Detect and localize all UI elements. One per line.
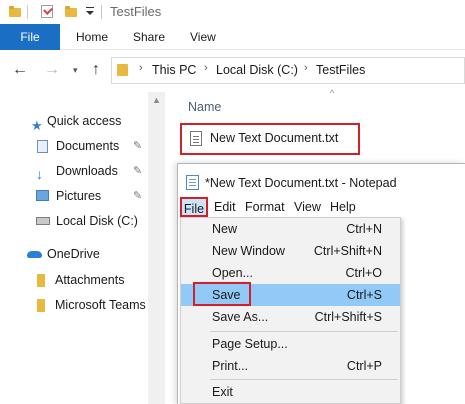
notepad-title: *New Text Document.txt - Notepad bbox=[205, 176, 397, 190]
menu-item-label: Save As... bbox=[212, 310, 269, 324]
menu-format[interactable]: Format bbox=[245, 197, 285, 217]
breadcrumb-testfiles[interactable]: TestFiles bbox=[316, 63, 365, 77]
menu-item-shortcut: Ctrl+Shift+S bbox=[314, 310, 382, 324]
nav-item-quick-access[interactable]: ★ Quick access bbox=[0, 109, 148, 134]
nav-item-local-disk[interactable]: Local Disk (C:) bbox=[0, 209, 148, 234]
nav-item-documents[interactable]: Documents ✎ bbox=[0, 134, 148, 159]
breadcrumb-local-disk[interactable]: Local Disk (C:) bbox=[216, 63, 298, 77]
menu-item-page-setup[interactable]: Page Setup... bbox=[181, 333, 400, 355]
folder-icon bbox=[117, 64, 128, 76]
tab-file[interactable]: File bbox=[0, 24, 60, 50]
menu-item-shortcut: Ctrl+Shift+N bbox=[313, 244, 382, 258]
menu-item-new[interactable]: New Ctrl+N bbox=[181, 218, 400, 240]
divider bbox=[101, 5, 102, 19]
nav-item-downloads[interactable]: ↓ Downloads ✎ bbox=[0, 159, 148, 184]
folder-icon bbox=[37, 299, 45, 312]
tab-view[interactable]: View bbox=[190, 24, 216, 50]
drive-icon bbox=[36, 217, 50, 225]
recent-locations-chevron-icon[interactable]: ▾ bbox=[73, 65, 78, 76]
pin-icon[interactable]: ✎ bbox=[133, 134, 142, 159]
menu-item-label: Print... bbox=[212, 359, 249, 373]
pictures-icon bbox=[36, 190, 49, 201]
up-arrow-icon[interactable]: ↑ bbox=[92, 61, 100, 79]
file-name[interactable]: New Text Document.txt bbox=[210, 131, 338, 145]
menu-item-label: Exit bbox=[212, 385, 233, 399]
breadcrumb-separator-icon[interactable]: › bbox=[304, 62, 308, 74]
pin-icon[interactable]: ✎ bbox=[133, 184, 142, 209]
menu-item-exit[interactable]: Exit bbox=[181, 381, 400, 403]
nav-item-pictures[interactable]: Pictures ✎ bbox=[0, 184, 148, 209]
nav-item-microsoft-teams[interactable]: Microsoft Teams bbox=[0, 293, 148, 318]
menu-item-shortcut: Ctrl+S bbox=[346, 288, 382, 302]
folder-icon bbox=[9, 6, 21, 17]
nav-item-label: Quick access bbox=[47, 114, 122, 128]
notepad-icon bbox=[186, 175, 199, 190]
new-folder-icon[interactable] bbox=[65, 6, 77, 17]
tab-share[interactable]: Share bbox=[133, 24, 165, 50]
menu-file[interactable]: File bbox=[180, 197, 208, 217]
pin-icon[interactable]: ✎ bbox=[133, 159, 142, 184]
menu-item-label: Page Setup... bbox=[212, 337, 288, 351]
menu-help[interactable]: Help bbox=[330, 197, 356, 217]
properties-icon[interactable] bbox=[41, 5, 53, 18]
sort-ascending-icon: ^ bbox=[330, 88, 335, 98]
nav-item-attachments[interactable]: Attachments bbox=[0, 268, 148, 293]
ribbon-tabs bbox=[0, 24, 465, 50]
menu-item-label: New Window bbox=[212, 244, 285, 258]
cloud-icon bbox=[27, 251, 42, 258]
menu-item-label: Open... bbox=[212, 266, 253, 280]
menu-item-new-window[interactable]: New Window Ctrl+Shift+N bbox=[181, 240, 400, 262]
divider bbox=[27, 5, 28, 19]
column-header-name[interactable]: Name bbox=[188, 100, 221, 114]
breadcrumb-this-pc[interactable]: This PC bbox=[152, 63, 196, 77]
folder-icon bbox=[37, 274, 45, 287]
menu-view[interactable]: View bbox=[294, 197, 321, 217]
save-highlight-box bbox=[193, 282, 251, 306]
menu-item-print[interactable]: Print... Ctrl+P bbox=[181, 355, 400, 377]
nav-item-label: Downloads bbox=[56, 164, 118, 178]
customize-toolbar-icon[interactable] bbox=[86, 11, 94, 15]
window-title: TestFiles bbox=[110, 4, 162, 19]
menu-edit[interactable]: Edit bbox=[214, 197, 236, 217]
nav-item-label: Pictures bbox=[56, 189, 102, 203]
nav-item-label: Microsoft Teams bbox=[55, 298, 146, 312]
menu-item-open[interactable]: Open... Ctrl+O bbox=[181, 262, 400, 284]
breadcrumb-separator-icon[interactable]: › bbox=[139, 62, 143, 74]
scroll-up-icon[interactable]: ▲ bbox=[148, 92, 165, 108]
nav-item-label: Attachments bbox=[55, 273, 125, 287]
nav-scrollbar[interactable] bbox=[148, 92, 165, 404]
menu-item-label: New bbox=[212, 222, 238, 236]
menu-item-shortcut: Ctrl+O bbox=[345, 266, 382, 280]
breadcrumb-separator-icon[interactable]: › bbox=[204, 62, 208, 74]
menu-item-shortcut: Ctrl+P bbox=[346, 359, 382, 373]
nav-item-label: OneDrive bbox=[47, 247, 100, 261]
menu-item-save-as[interactable]: Save As... Ctrl+Shift+S bbox=[181, 306, 400, 328]
nav-item-onedrive[interactable]: OneDrive bbox=[0, 242, 148, 267]
forward-arrow-icon[interactable]: → bbox=[44, 61, 60, 79]
menu-separator bbox=[210, 379, 398, 380]
tab-home[interactable]: Home bbox=[76, 24, 108, 50]
text-file-icon bbox=[190, 131, 202, 146]
documents-icon bbox=[37, 140, 48, 153]
menu-separator bbox=[210, 331, 398, 332]
nav-item-label: Documents bbox=[56, 139, 120, 153]
menu-item-shortcut: Ctrl+N bbox=[346, 222, 382, 236]
back-arrow-icon[interactable]: ← bbox=[12, 61, 28, 79]
customize-bar bbox=[86, 7, 94, 8]
nav-item-label: Local Disk (C:) bbox=[56, 214, 138, 228]
